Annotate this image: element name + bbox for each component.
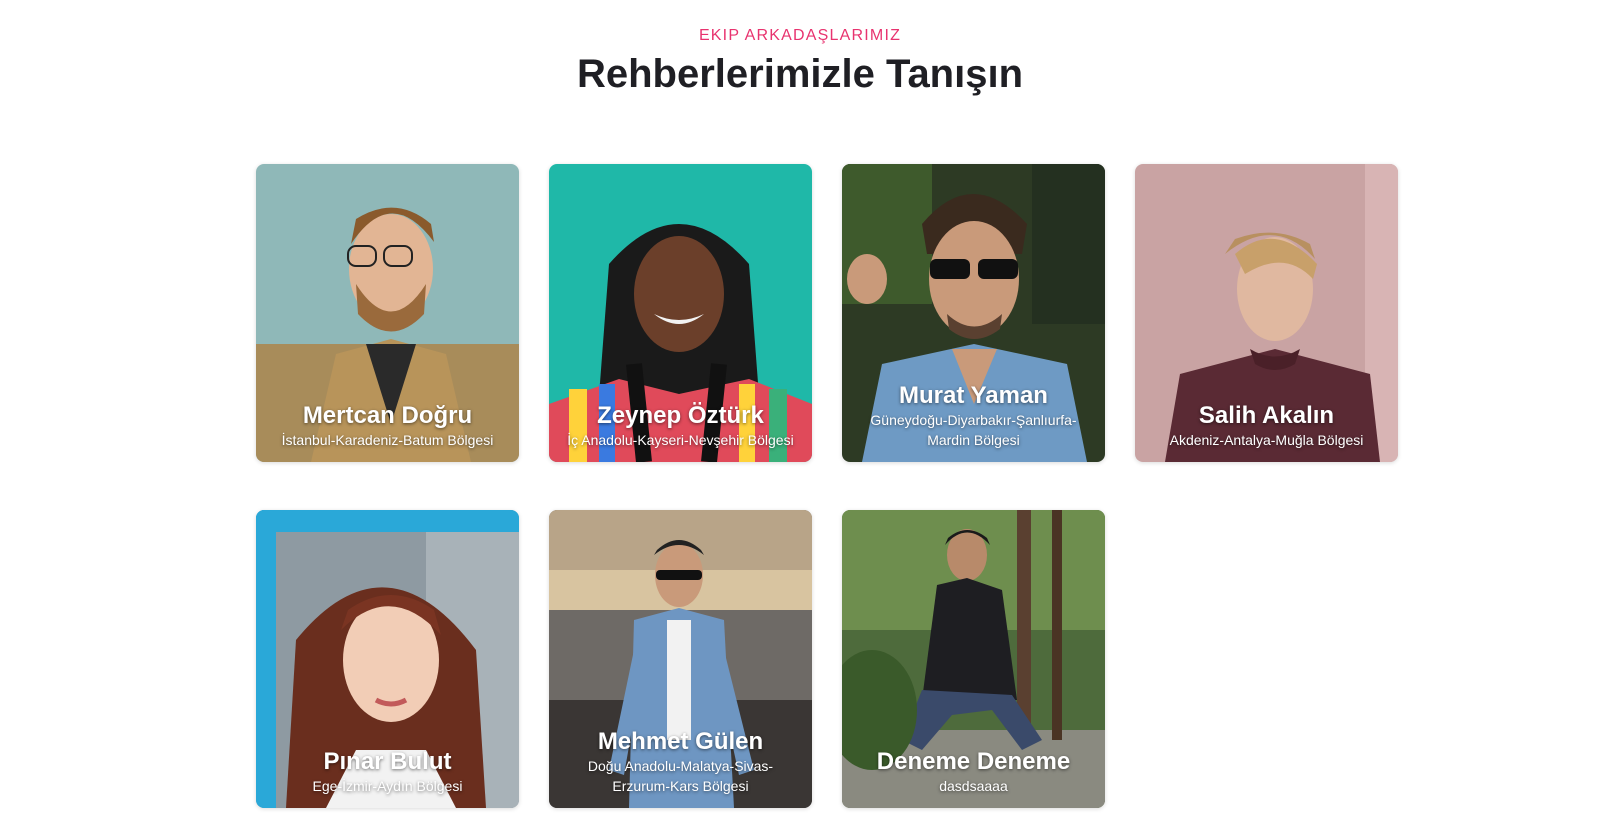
guide-caption: Pınar Bulut Ege-İzmir-Aydın Bölgesi — [256, 748, 519, 796]
guide-card[interactable]: Deneme Deneme dasdsaaaa — [842, 510, 1105, 808]
guide-region: dasdsaaaa — [939, 778, 1008, 794]
guide-card[interactable]: Zeynep Öztürk İç Anadolu-Kayseri-Nevşehi… — [549, 164, 812, 462]
guide-card[interactable]: Mehmet Gülen Doğu Anadolu-Malatya-Sivas-… — [549, 510, 812, 808]
guide-caption: Deneme Deneme dasdsaaaa — [842, 748, 1105, 796]
guide-name: Deneme Deneme — [876, 748, 1071, 775]
guide-region: İç Anadolu-Kayseri-Nevşehir Bölgesi — [567, 432, 794, 448]
section-title: Rehberlerimizle Tanışın — [576, 52, 1024, 96]
guide-region: Doğu Anadolu-Malatya-Sivas-Erzurum-Kars … — [587, 758, 774, 794]
guide-card[interactable]: Pınar Bulut Ege-İzmir-Aydın Bölgesi — [256, 510, 519, 808]
guide-name: Salih Akalın — [1198, 402, 1335, 429]
guide-region: Güneydoğu-Diyarbakır-Şanlıurfa-Mardin Bö… — [870, 412, 1077, 448]
guide-card[interactable]: Mertcan Doğru İstanbul-Karadeniz-Batum B… — [256, 164, 519, 462]
guide-name: Pınar Bulut — [323, 748, 452, 775]
guide-region: Akdeniz-Antalya-Muğla Bölgesi — [1169, 432, 1364, 448]
guide-caption: Salih Akalın Akdeniz-Antalya-Muğla Bölge… — [1135, 402, 1398, 450]
guide-caption: Murat Yaman Güneydoğu-Diyarbakır-Şanlıur… — [842, 382, 1105, 450]
guide-caption: Mehmet Gülen Doğu Anadolu-Malatya-Sivas-… — [549, 728, 812, 796]
guide-name: Murat Yaman — [899, 382, 1048, 409]
guide-card[interactable]: Murat Yaman Güneydoğu-Diyarbakır-Şanlıur… — [842, 164, 1105, 462]
guide-name: Zeynep Öztürk — [597, 402, 764, 429]
guide-caption: Zeynep Öztürk İç Anadolu-Kayseri-Nevşehi… — [549, 402, 812, 450]
guide-card[interactable]: Salih Akalın Akdeniz-Antalya-Muğla Bölge… — [1135, 164, 1398, 462]
section-eyebrow: EKIP ARKADAŞLARIMIZ — [698, 27, 902, 44]
guide-region: İstanbul-Karadeniz-Batum Bölgesi — [281, 432, 494, 448]
guide-caption: Mertcan Doğru İstanbul-Karadeniz-Batum B… — [256, 402, 519, 450]
guide-region: Ege-İzmir-Aydın Bölgesi — [312, 778, 463, 794]
guide-name: Mertcan Doğru — [302, 402, 473, 429]
guide-name: Mehmet Gülen — [597, 728, 764, 755]
